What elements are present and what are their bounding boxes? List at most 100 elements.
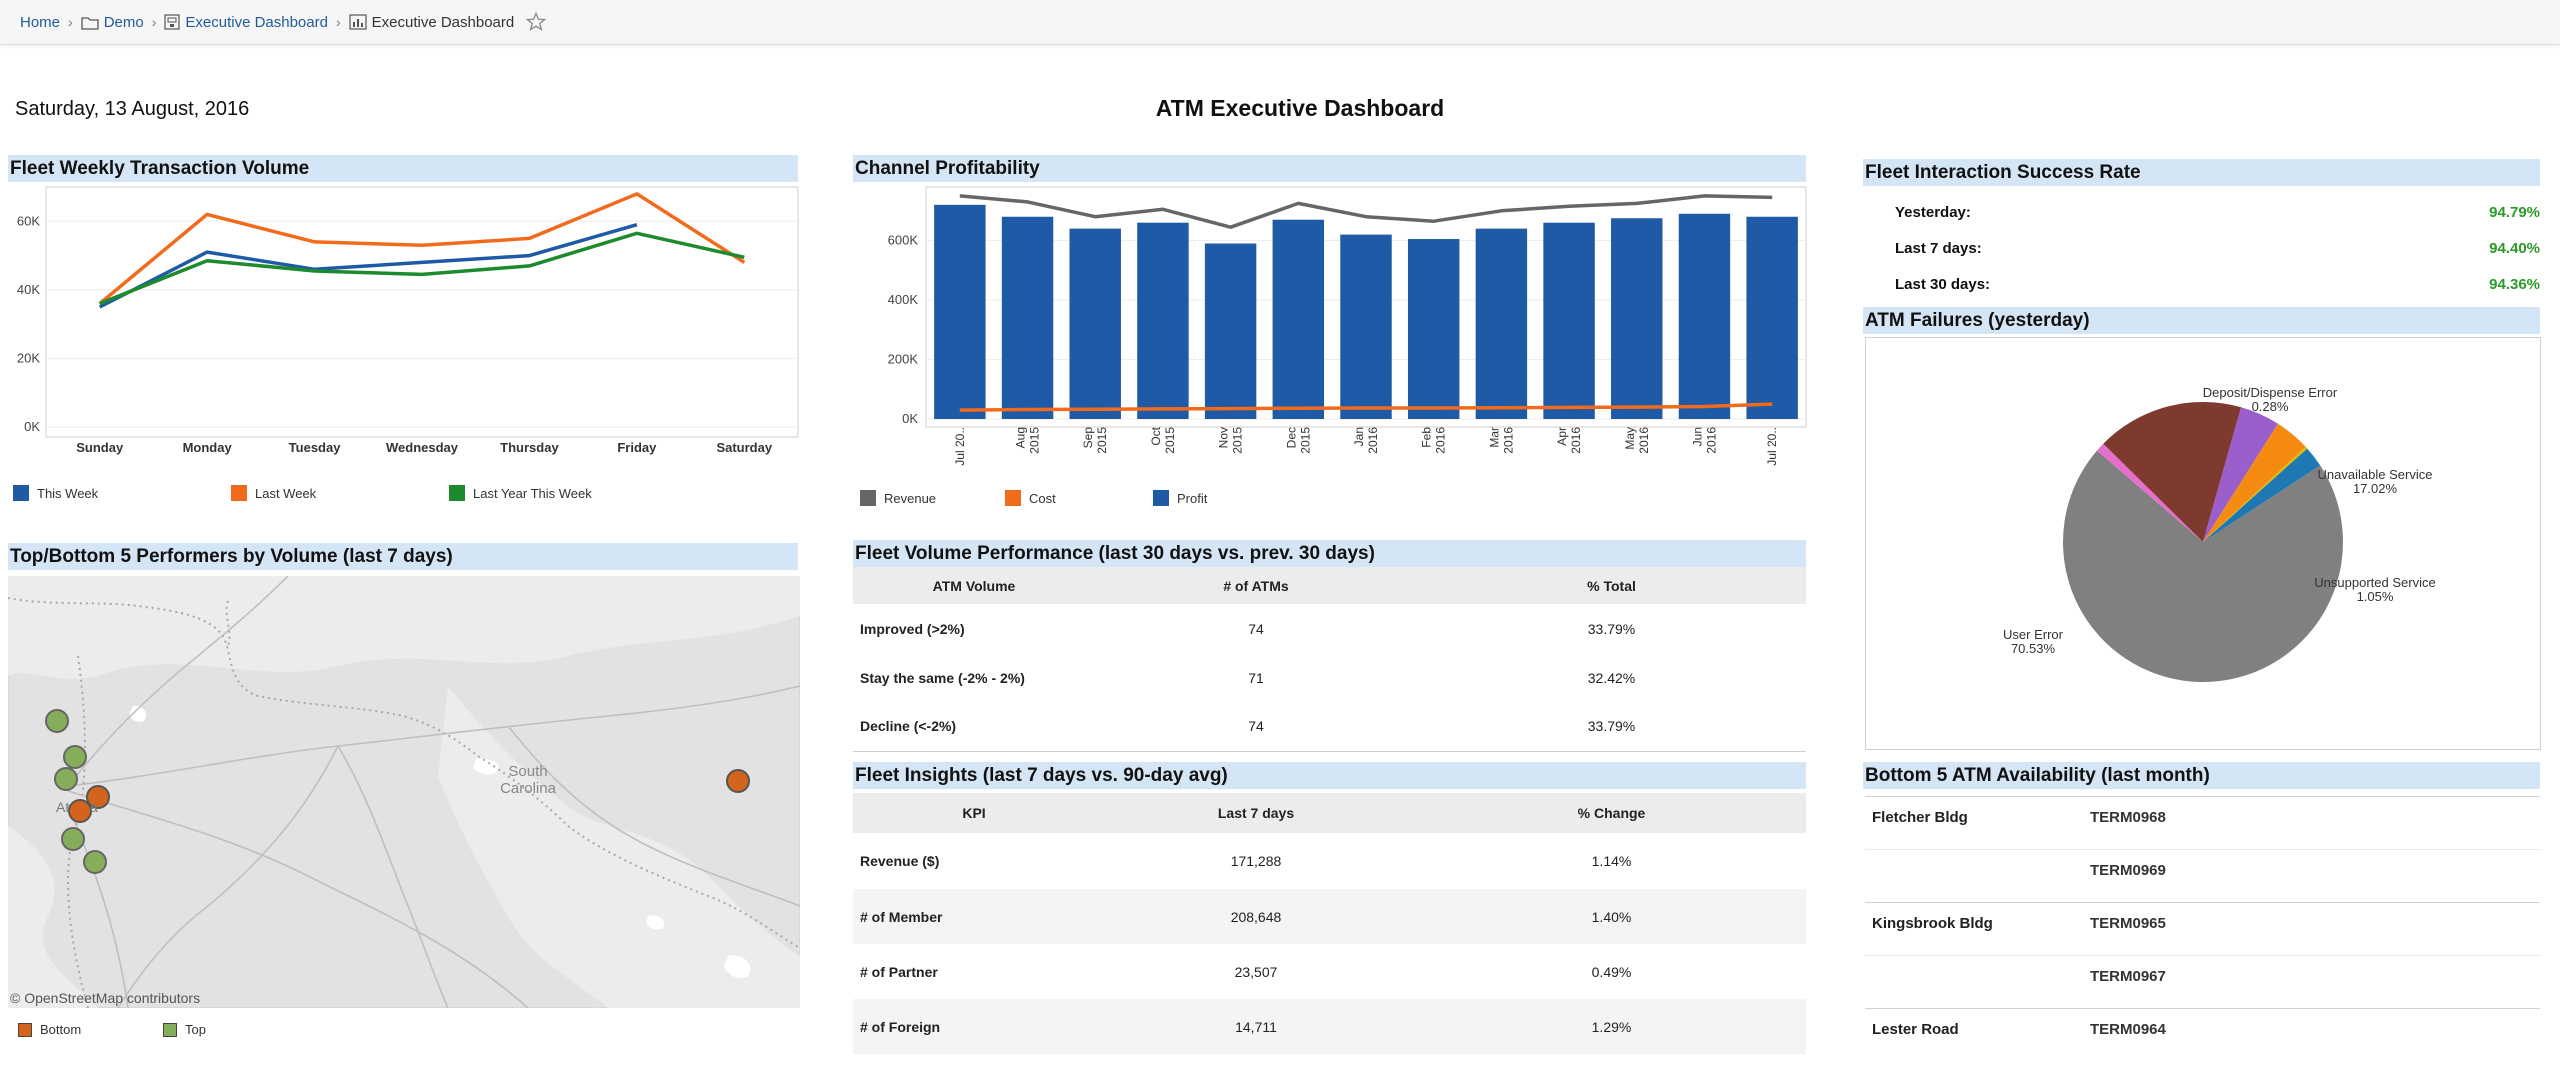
legend-item[interactable]: Top (163, 1022, 206, 1037)
legend-item[interactable]: Cost (1005, 490, 1153, 506)
channel-profitability-chart[interactable]: 0K200K400K600KJul 20.. Aug 2015 Sep 2015 Oct 2… (853, 182, 1813, 472)
bar-profit (1746, 216, 1798, 419)
map-marker-bottom[interactable] (68, 799, 92, 823)
x-tick-label: 2016 (1569, 427, 1583, 454)
weekly-legend: This Week Last Week Last Year This Week (13, 485, 592, 501)
y-tick-label: 60K (17, 213, 40, 228)
legend-item[interactable]: Profit (1153, 490, 1207, 506)
x-tick-label: 2015 (1231, 427, 1245, 454)
legend-item[interactable]: Revenue (860, 490, 1005, 506)
success-rate-yesterday: Yesterday: 94.79% (1895, 204, 2540, 221)
channel-legend: Revenue Cost Profit (860, 490, 1207, 506)
x-tick-label-group: Aug 2015 (1014, 427, 1042, 454)
chevron-right-icon: › (68, 14, 73, 30)
list-item: TERM0969 (1865, 849, 2540, 902)
breadcrumb-current: Executive Dashboard (371, 13, 515, 31)
x-tick-label: Aug (1014, 427, 1028, 448)
legend-label: Bottom (40, 1022, 82, 1037)
list-item: Kingsbrook Bldg TERM0965 (1865, 902, 2540, 955)
legend-item[interactable]: This Week (13, 485, 231, 501)
legend-swatch-cost (1005, 490, 1021, 506)
legend-swatch-revenue (860, 490, 876, 506)
star-outline-icon[interactable] (526, 12, 547, 32)
bar-profit (1272, 219, 1325, 419)
table-cell: 14,711 (1235, 1018, 1277, 1035)
pie-label-pct: 17.02% (2353, 481, 2398, 496)
terminal-id: TERM0967 (2090, 968, 2166, 985)
y-tick-label: 400K (888, 292, 919, 307)
table-row: # of Partner 23,507 0.49% (853, 944, 1806, 999)
panel-header-availability: Bottom 5 ATM Availability (last month) (1863, 762, 2540, 789)
x-tick-label-group: May 2016 (1623, 427, 1651, 454)
x-tick-label: Sep (1081, 427, 1095, 449)
panel-header-success: Fleet Interaction Success Rate (1863, 159, 2540, 186)
legend-item[interactable]: Last Week (231, 485, 449, 501)
x-tick-label: 2016 (1434, 427, 1448, 454)
x-tick-label-group: Dec 2015 (1284, 427, 1312, 454)
legend-label: This Week (37, 485, 99, 501)
x-tick-label: 2015 (1028, 427, 1042, 454)
legend-swatch-bottom (18, 1022, 32, 1037)
breadcrumb-demo[interactable]: Demo (104, 14, 144, 31)
terminal-id: TERM0968 (2090, 809, 2166, 826)
map-marker-top[interactable] (61, 827, 85, 851)
table-cell: 32.42% (1587, 669, 1636, 686)
report-icon (349, 14, 367, 30)
x-tick-label-group: Apr 2016 (1555, 427, 1583, 454)
map-marker-top[interactable] (45, 709, 69, 733)
legend-swatch-last-week (231, 485, 247, 501)
x-tick-label: 2015 (1298, 427, 1312, 454)
x-tick-label: Jan (1352, 427, 1366, 446)
map-label-state: South (508, 763, 547, 780)
table-cell: 23,507 (1234, 963, 1278, 980)
x-tick-label: Saturday (716, 440, 772, 455)
atm-failures-pie-chart[interactable]: Deposit/Dispense Error0.28% Unavailable S… (1865, 337, 2542, 752)
column-header: % Change (1417, 793, 1806, 833)
legend-label: Last Week (255, 485, 317, 501)
table-cell: 74 (1248, 620, 1264, 637)
bar-profit (1340, 234, 1392, 419)
legend-label: Cost (1029, 490, 1056, 506)
x-tick-label-group: Jul 20.. (953, 427, 967, 466)
x-tick-label-group: Nov 2015 (1217, 427, 1245, 454)
x-tick-label-group: Jun 2016 (1690, 427, 1718, 454)
table-row: Improved (>2%) 74 33.79% (853, 604, 1806, 653)
x-tick-label-group: Jan 2016 (1352, 427, 1380, 454)
x-tick-label: 2015 (1095, 427, 1109, 454)
page-title: ATM Executive Dashboard (1155, 95, 1445, 121)
bar-profit (1543, 222, 1595, 419)
column-header: # of ATMs (1095, 567, 1417, 604)
breadcrumb-bar: Home › Demo › Executive Dashboard › Exec… (0, 0, 2560, 45)
legend-swatch-top (163, 1022, 177, 1037)
pie-label-name: Unavailable Service (2318, 467, 2433, 482)
table-cell: # of Member (860, 908, 943, 925)
performers-map[interactable]: South Carolina At a (8, 576, 800, 1008)
bar-profit (1069, 228, 1121, 419)
table-cell: Improved (>2%) (860, 620, 965, 637)
map-marker-top[interactable] (83, 850, 107, 874)
legend-item[interactable]: Bottom (18, 1022, 163, 1037)
bar-profit (1678, 213, 1731, 419)
legend-item[interactable]: Last Year This Week (449, 485, 592, 501)
legend-label: Revenue (884, 490, 937, 506)
list-item: Lester Road TERM0964 (1865, 1008, 2540, 1061)
y-tick-label: 0K (902, 411, 918, 426)
map-marker-bottom[interactable] (726, 769, 750, 793)
x-tick-label: Dec (1284, 427, 1298, 448)
x-tick-label: Thursday (500, 440, 559, 455)
x-tick-label: Apr (1555, 427, 1569, 446)
bar-profit (1001, 216, 1054, 419)
breadcrumb-executive-dashboard[interactable]: Executive Dashboard (185, 14, 328, 31)
weekly-volume-chart[interactable]: 0K 20K 40K 60K Sunday Monday Tuesday Wednesday T… (0, 182, 800, 482)
breadcrumb-home[interactable]: Home (20, 14, 60, 31)
map-marker-top[interactable] (63, 745, 87, 769)
table-cell: 71 (1248, 669, 1264, 686)
map-marker-top[interactable] (54, 767, 78, 791)
bar-profit (1611, 218, 1663, 419)
pie-label-name: Deposit/Dispense Error (2203, 385, 2338, 400)
x-tick-label-group: Feb 2016 (1420, 427, 1448, 454)
y-tick-label: 40K (17, 282, 40, 297)
x-tick-label: May (1623, 427, 1637, 450)
table-cell: # of Foreign (860, 1018, 941, 1035)
panel-header-performers: Top/Bottom 5 Performers by Volume (last … (8, 543, 798, 570)
